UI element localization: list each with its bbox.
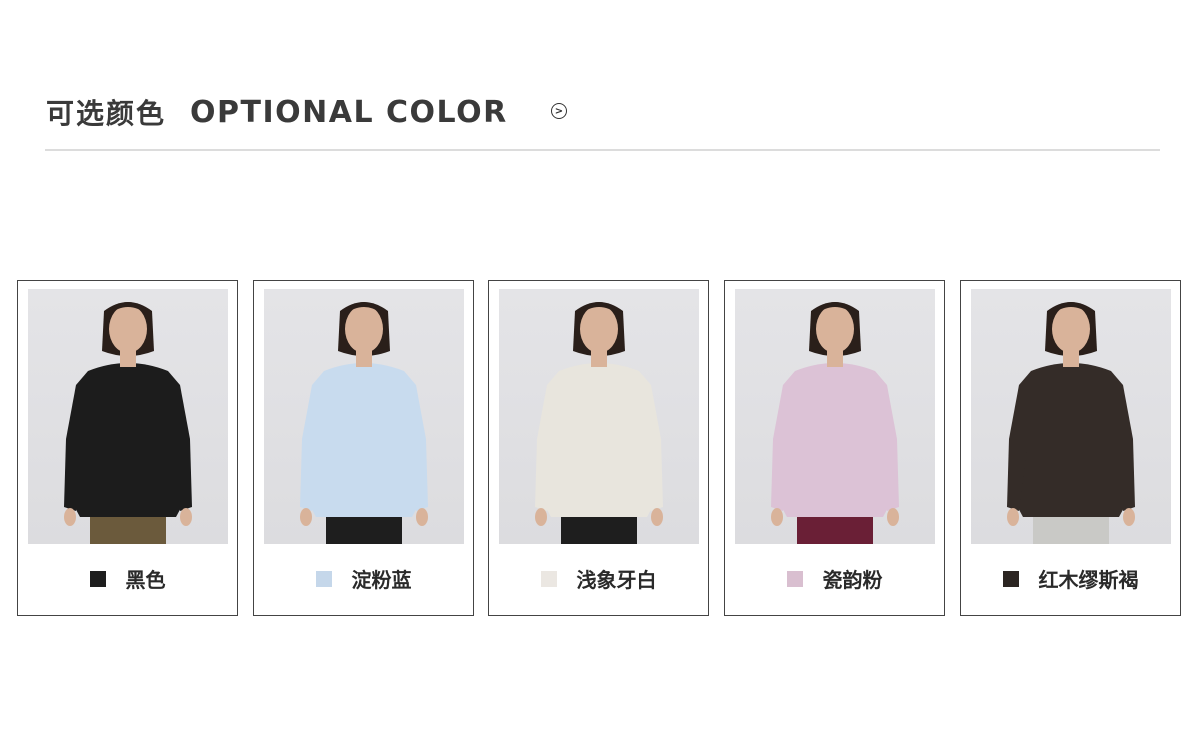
- right-hand: [651, 508, 663, 526]
- left-hand: [1007, 508, 1019, 526]
- right-hand: [416, 508, 428, 526]
- color-swatch: [786, 570, 803, 587]
- face: [109, 305, 147, 353]
- right-hand: [1123, 508, 1135, 526]
- model-illustration: [300, 302, 428, 544]
- color-name: 红木缪斯褐: [1038, 568, 1139, 592]
- shirt-body: [544, 363, 654, 517]
- model-illustration: [535, 302, 663, 544]
- right-hand: [887, 508, 899, 526]
- color-name: 黑色: [125, 568, 166, 592]
- section-title-cn: 可选颜色: [46, 97, 167, 130]
- shirt-body: [309, 363, 419, 517]
- color-card-ivory-white[interactable]: 浅象牙白: [488, 280, 709, 616]
- face: [345, 305, 383, 353]
- color-name: 淀粉蓝: [351, 568, 412, 592]
- left-hand: [64, 508, 76, 526]
- color-swatch: [315, 570, 332, 587]
- right-hand: [180, 508, 192, 526]
- section-header: 可选颜色 OPTIONAL COLOR: [46, 92, 508, 132]
- shirt-body: [73, 363, 183, 517]
- product-photo: [264, 289, 464, 544]
- left-hand: [300, 508, 312, 526]
- section-title-en: OPTIONAL COLOR: [190, 94, 508, 130]
- product-photo: [28, 289, 228, 544]
- left-hand: [535, 508, 547, 526]
- circle-chevron-right-icon[interactable]: >: [551, 103, 567, 119]
- model-illustration: [1007, 302, 1135, 544]
- color-card-mahogany-brown[interactable]: 红木缪斯褐: [960, 280, 1181, 616]
- face: [580, 305, 618, 353]
- header-divider: [45, 149, 1160, 151]
- color-swatch: [89, 570, 106, 587]
- model-illustration: [64, 302, 192, 544]
- color-card-black[interactable]: 黑色: [17, 280, 238, 616]
- color-card-porcelain-pink[interactable]: 瓷韵粉: [724, 280, 945, 616]
- product-photo: [499, 289, 699, 544]
- color-swatch: [540, 570, 557, 587]
- color-name: 浅象牙白: [576, 568, 657, 592]
- color-name: 瓷韵粉: [822, 568, 883, 592]
- model-illustration: [771, 302, 899, 544]
- shirt-body: [780, 363, 890, 517]
- shirt-body: [1016, 363, 1126, 517]
- product-photo: [735, 289, 935, 544]
- face: [816, 305, 854, 353]
- face: [1052, 305, 1090, 353]
- color-card-starch-blue[interactable]: 淀粉蓝: [253, 280, 474, 616]
- color-swatch: [1002, 570, 1019, 587]
- product-photo: [971, 289, 1171, 544]
- left-hand: [771, 508, 783, 526]
